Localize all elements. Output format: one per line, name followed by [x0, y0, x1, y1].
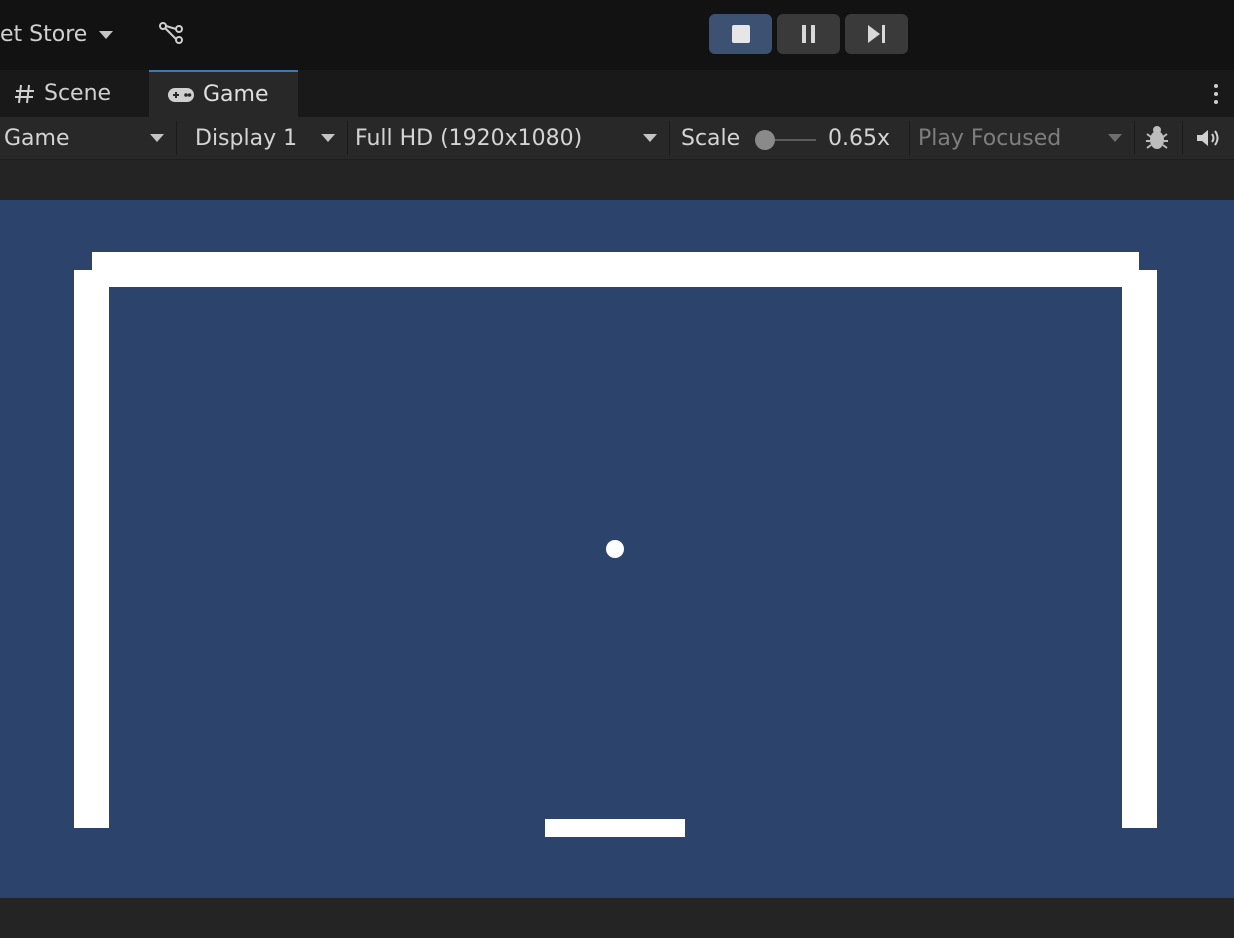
divider — [176, 121, 177, 155]
speaker-icon — [1197, 130, 1219, 146]
play-mode-dropdown[interactable]: Play Focused — [910, 117, 1132, 159]
scale-label: Scale — [681, 117, 751, 159]
scale-value: 0.65x — [828, 117, 898, 159]
stop-button[interactable] — [709, 14, 772, 54]
tab-scene[interactable]: Scene — [14, 70, 111, 117]
divider — [1134, 121, 1135, 155]
game-view-toolbar: Game Display 1 Full HD (1920x1080) Scale… — [0, 117, 1234, 160]
scale-label-text: Scale — [681, 125, 741, 151]
step-button[interactable] — [845, 14, 908, 54]
display-dropdown[interactable]: Display 1 — [195, 117, 345, 159]
chevron-down-icon — [99, 31, 114, 39]
audio-mute-button[interactable] — [1190, 117, 1226, 159]
divider — [347, 121, 348, 155]
display-value: Display 1 — [195, 125, 298, 151]
left-wall — [74, 270, 109, 828]
game-view[interactable] — [0, 200, 1234, 898]
chevron-down-icon — [643, 134, 657, 142]
more-options-icon[interactable] — [1212, 82, 1220, 106]
top-toolbar: et Store — [0, 0, 1234, 70]
divider — [1182, 121, 1183, 155]
ball — [606, 540, 624, 558]
step-icon — [867, 25, 885, 43]
bug-icon — [1146, 126, 1168, 149]
divider — [669, 121, 670, 155]
chevron-down-icon — [321, 134, 335, 142]
scale-value-text: 0.65x — [828, 125, 891, 151]
pause-icon — [801, 25, 815, 43]
debug-button[interactable] — [1140, 117, 1174, 159]
view-mode-dropdown[interactable]: Game — [4, 117, 174, 159]
grid-hash-icon — [14, 83, 36, 105]
resolution-value: Full HD (1920x1080) — [355, 125, 583, 151]
game-view-letterbox-top — [0, 160, 1234, 200]
scale-slider-handle[interactable] — [755, 130, 775, 150]
tab-label: Scene — [44, 81, 112, 106]
view-mode-value: Game — [4, 125, 70, 151]
asset-store-dropdown[interactable]: et Store — [0, 18, 114, 50]
graph-nodes-icon[interactable] — [158, 20, 186, 46]
chevron-down-icon — [150, 134, 164, 142]
paddle — [545, 819, 685, 837]
right-wall — [1122, 270, 1157, 828]
game-view-letterbox-bottom — [0, 898, 1234, 938]
resolution-dropdown[interactable]: Full HD (1920x1080) — [355, 117, 667, 159]
tab-game[interactable]: Game — [149, 70, 298, 117]
pause-button[interactable] — [777, 14, 840, 54]
top-wall — [92, 252, 1139, 287]
tab-strip: Scene Game — [0, 70, 1234, 117]
asset-store-label: et Store — [0, 21, 88, 47]
gamepad-icon — [167, 86, 195, 104]
play-mode-value: Play Focused — [918, 125, 1062, 151]
stop-icon — [731, 25, 750, 43]
tab-label: Game — [203, 82, 269, 107]
chevron-down-icon — [1108, 134, 1122, 142]
